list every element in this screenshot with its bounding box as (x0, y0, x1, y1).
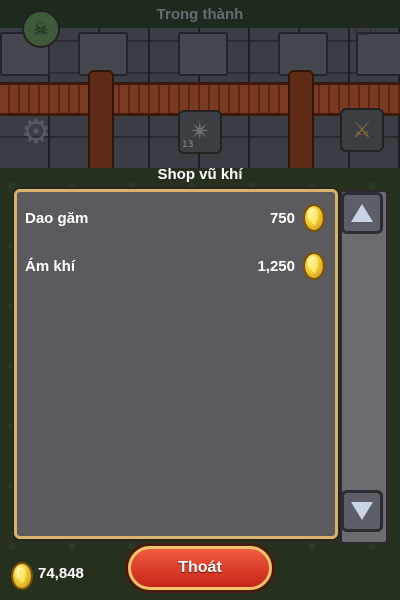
scene-title: Trong thành (156, 6, 244, 23)
item-price: 1,250 (257, 257, 295, 275)
sword-icon[interactable]: ⚔ (340, 108, 384, 152)
gear-icon[interactable]: ⚙ (16, 112, 56, 152)
list-item[interactable]: Dao găm 750 (25, 202, 325, 234)
skull-icon[interactable]: ☠ (22, 10, 60, 48)
battlement (178, 32, 228, 76)
arrow-up-icon (351, 204, 373, 222)
skill-count: 13 (182, 140, 194, 150)
list-item[interactable]: Ám khí 1,250 (25, 250, 325, 282)
shop-item-list: Dao găm 750 Ám khí 1,250 (14, 189, 338, 539)
coin-icon (303, 204, 325, 232)
arrow-down-icon (351, 502, 373, 520)
coin-icon (11, 562, 33, 590)
scroll-down-button[interactable] (341, 490, 383, 532)
shop-title: Shop vũ khí (157, 166, 243, 183)
item-name: Ám khí (25, 257, 76, 275)
item-name: Dao găm (25, 209, 89, 227)
gold-amount: 74,848 (38, 565, 84, 582)
exit-button[interactable]: Thoát (128, 546, 272, 590)
flame-icon[interactable]: ♨ (348, 10, 378, 44)
coin-icon (303, 252, 325, 280)
item-price: 750 (269, 209, 295, 227)
scroll-up-button[interactable] (341, 192, 383, 234)
